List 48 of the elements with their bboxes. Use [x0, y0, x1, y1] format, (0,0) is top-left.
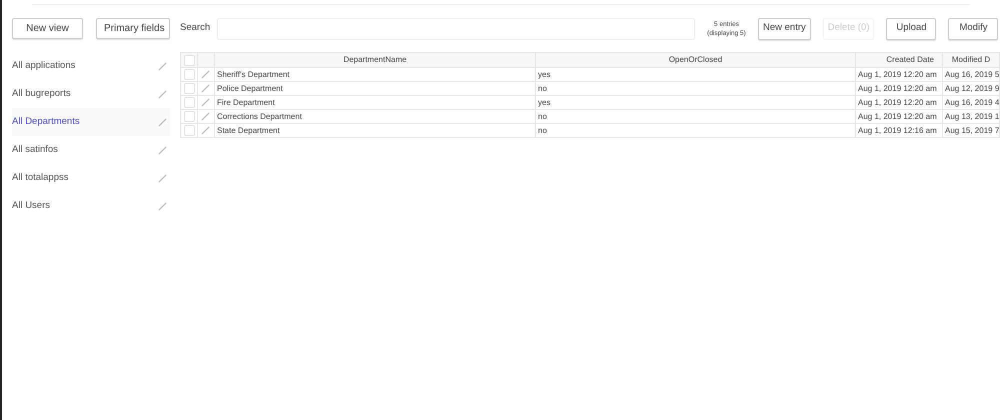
search-label: Search — [180, 21, 212, 36]
pencil-icon[interactable] — [158, 118, 167, 126]
table-cell: Aug 12, 2019 9 — [942, 82, 1000, 96]
pencil-icon[interactable] — [158, 174, 167, 182]
table-cell: Sheriff's Department — [214, 68, 536, 82]
pencil-icon[interactable] — [158, 62, 167, 70]
table-cell: Aug 16, 2019 5 — [942, 68, 1000, 82]
column-header[interactable]: DepartmentName — [214, 52, 536, 68]
table-cell: Aug 1, 2019 12:20 am — [856, 96, 942, 110]
sidebar-item[interactable]: All Users — [12, 192, 170, 220]
row-checkbox[interactable] — [184, 54, 195, 66]
sidebar-item[interactable]: All bugreports — [12, 80, 170, 108]
table-cell: no — [536, 124, 856, 138]
table-cell: Corrections Department — [214, 110, 536, 124]
sidebar-item[interactable]: All satinfos — [12, 136, 170, 164]
column-header[interactable]: Created Date — [856, 52, 942, 68]
row-checkbox[interactable] — [184, 125, 195, 136]
table-cell: Aug 1, 2019 12:20 am — [856, 110, 942, 124]
table-cell: Aug 1, 2019 12:20 am — [856, 82, 942, 96]
table-cell: yes — [536, 68, 856, 82]
table-cell: no — [536, 110, 856, 124]
view-button[interactable]: New view — [12, 18, 83, 39]
pencil-icon[interactable] — [158, 146, 167, 154]
table-cell: Aug 16, 2019 4 — [942, 96, 1000, 110]
row-checkbox[interactable] — [184, 97, 195, 108]
toolbar-button[interactable]: New entry — [758, 18, 811, 40]
toolbar-button[interactable]: Upload — [886, 18, 936, 40]
table-cell: Aug 1, 2019 12:16 am — [856, 124, 942, 138]
view-button[interactable]: Primary fields — [96, 18, 170, 39]
table-cell: Aug 13, 2019 1 — [942, 110, 1000, 124]
sidebar-item[interactable]: All Departments — [12, 108, 170, 136]
column-header[interactable]: Modified D — [942, 52, 1000, 68]
table-cell: Police Department — [214, 82, 536, 96]
sidebar-item[interactable]: All applications — [12, 52, 170, 80]
toolbar-button[interactable]: Modify — [948, 18, 998, 40]
column-header[interactable]: OpenOrClosed — [536, 52, 856, 68]
table-cell: Aug 1, 2019 12:20 am — [856, 68, 942, 82]
pencil-icon[interactable] — [158, 90, 167, 98]
table-cell: Fire Department — [214, 96, 536, 110]
pencil-icon[interactable] — [158, 202, 167, 210]
table-cell: Aug 15, 2019 7 — [942, 124, 1000, 138]
row-checkbox[interactable] — [184, 69, 195, 80]
table-cell: State Department — [214, 124, 536, 138]
row-checkbox[interactable] — [184, 111, 195, 122]
sidebar-item[interactable]: All totalappss — [12, 164, 170, 192]
row-checkbox[interactable] — [184, 83, 195, 94]
table-cell: yes — [536, 96, 856, 110]
table-cell: no — [536, 82, 856, 96]
